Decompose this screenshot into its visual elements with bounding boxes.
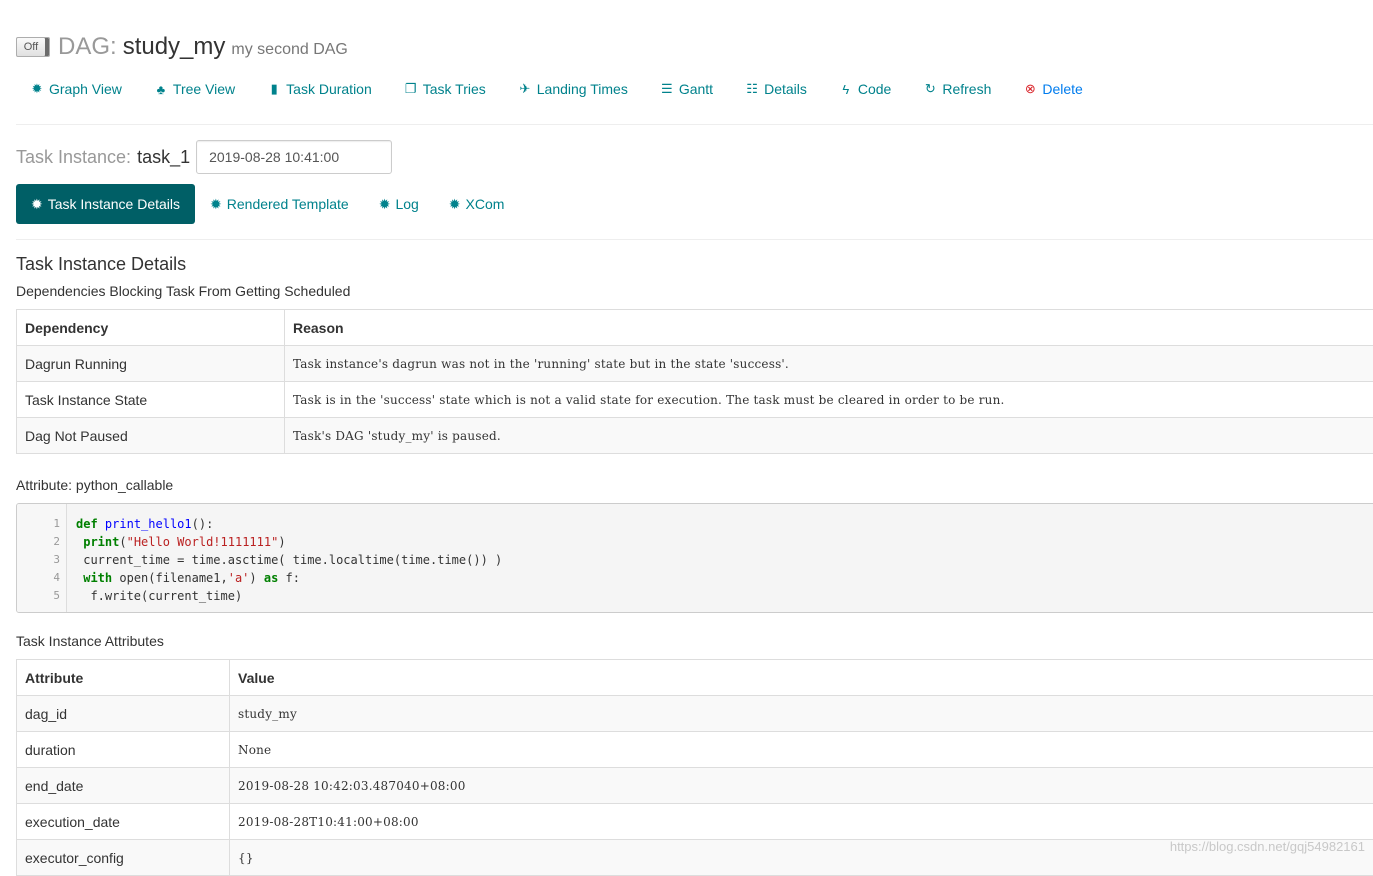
- nav-gantt[interactable]: ☰Gantt: [660, 81, 713, 97]
- dependency-cell: Dagrun Running: [17, 346, 285, 382]
- value-cell: None: [230, 732, 1373, 768]
- table-row: Dag Not Paused Task's DAG 'study_my' is …: [17, 418, 1373, 454]
- section-heading: Task Instance Details: [16, 254, 186, 275]
- nav-code[interactable]: ϟCode: [839, 81, 891, 97]
- reason-cell: Task instance's dagrun was not in the 'r…: [285, 346, 1373, 382]
- value-cell: 2019-08-28T10:41:00+08:00: [230, 804, 1373, 840]
- code-line: def print_hello1():: [76, 515, 502, 533]
- attribute-cell: end_date: [17, 768, 230, 804]
- attributes-caption: Task Instance Attributes: [16, 633, 164, 649]
- nav-task-duration[interactable]: ▮Task Duration: [267, 81, 372, 97]
- tab-xcom[interactable]: ✹XCom: [434, 184, 520, 224]
- attribute-cell: dag_id: [17, 696, 230, 732]
- reason-cell: Task's DAG 'study_my' is paused.: [285, 418, 1373, 454]
- attribute-caption: Attribute: python_callable: [16, 477, 173, 493]
- dag-header: Off DAG: study_my my second DAG: [16, 32, 348, 62]
- line-number: 3: [17, 551, 66, 569]
- task-instance-label: Task Instance:: [16, 147, 131, 168]
- watermark: https://blog.csdn.net/gqj54982161: [1170, 839, 1365, 854]
- task-instance-tabs: ✹Task Instance Details ✹Rendered Templat…: [16, 184, 519, 224]
- dependency-cell: Task Instance State: [17, 382, 285, 418]
- dependencies-table: Dependency Reason Dagrun Running Task in…: [16, 309, 1373, 454]
- asterisk-icon: ✹: [30, 81, 44, 97]
- nav-delete[interactable]: ⊗Delete: [1023, 81, 1082, 97]
- dag-label: DAG:: [58, 33, 117, 61]
- dag-description: my second DAG: [231, 41, 347, 59]
- column-header: Value: [230, 660, 1373, 696]
- table-row: execution_date 2019-08-28T10:41:00+08:00: [17, 804, 1373, 840]
- plane-icon: ✈: [518, 81, 532, 97]
- nav-tree-view[interactable]: ♣Tree View: [154, 81, 235, 97]
- asterisk-icon: ✹: [449, 196, 461, 213]
- flash-icon: ϟ: [839, 82, 853, 97]
- dependency-cell: Dag Not Paused: [17, 418, 285, 454]
- line-number: 5: [17, 587, 66, 605]
- refresh-icon: ↻: [923, 81, 937, 97]
- duplicate-icon: ❐: [404, 81, 418, 97]
- nav-graph-view[interactable]: ✹Graph View: [30, 81, 122, 97]
- dag-nav: ✹Graph View ♣Tree View ▮Task Duration ❐T…: [30, 78, 1115, 100]
- code-line: current_time = time.asctime( time.localt…: [76, 551, 502, 569]
- execution-date-input[interactable]: [196, 140, 392, 174]
- attribute-cell: executor_config: [17, 840, 230, 876]
- dependencies-caption: Dependencies Blocking Task From Getting …: [16, 283, 350, 299]
- attribute-cell: duration: [17, 732, 230, 768]
- line-number: 1: [17, 515, 66, 533]
- code-block: 1 2 3 4 5 def print_hello1(): print("Hel…: [16, 503, 1373, 613]
- line-number: 2: [17, 533, 66, 551]
- column-header: Dependency: [17, 310, 285, 346]
- tree-icon: ♣: [154, 82, 168, 97]
- task-instance-header: Task Instance: task_1: [16, 140, 392, 174]
- task-instance-name: task_1: [137, 147, 190, 168]
- asterisk-icon: ✹: [31, 196, 43, 213]
- nav-landing-times[interactable]: ✈Landing Times: [518, 81, 628, 97]
- remove-circle-icon: ⊗: [1023, 81, 1037, 97]
- divider: [16, 124, 1373, 125]
- tab-task-instance-details[interactable]: ✹Task Instance Details: [16, 184, 195, 224]
- table-row: end_date 2019-08-28 10:42:03.487040+08:0…: [17, 768, 1373, 804]
- tab-rendered-template[interactable]: ✹Rendered Template: [195, 184, 364, 224]
- asterisk-icon: ✹: [379, 196, 391, 213]
- align-left-icon: ☰: [660, 81, 674, 97]
- nav-task-tries[interactable]: ❐Task Tries: [404, 81, 486, 97]
- column-header: Attribute: [17, 660, 230, 696]
- table-row: dag_id study_my: [17, 696, 1373, 732]
- tab-log[interactable]: ✹Log: [364, 184, 434, 224]
- column-header: Reason: [285, 310, 1373, 346]
- line-number: 4: [17, 569, 66, 587]
- table-header-row: Attribute Value: [17, 660, 1373, 696]
- code-line: with open(filename1,'a') as f:: [76, 569, 502, 587]
- stats-icon: ▮: [267, 81, 281, 97]
- reason-cell: Task is in the 'success' state which is …: [285, 382, 1373, 418]
- asterisk-icon: ✹: [210, 196, 222, 213]
- code-line: print("Hello World!1111111"): [76, 533, 502, 551]
- code-lines: def print_hello1(): print("Hello World!1…: [67, 504, 502, 612]
- value-cell: 2019-08-28 10:42:03.487040+08:00: [230, 768, 1373, 804]
- divider: [16, 239, 1373, 240]
- table-header-row: Dependency Reason: [17, 310, 1373, 346]
- table-row: Dagrun Running Task instance's dagrun wa…: [17, 346, 1373, 382]
- attribute-cell: execution_date: [17, 804, 230, 840]
- list-icon: ☷: [745, 81, 759, 97]
- code-line: f.write(current_time): [76, 587, 502, 605]
- nav-details[interactable]: ☷Details: [745, 81, 807, 97]
- dag-name: study_my: [123, 33, 226, 61]
- nav-refresh[interactable]: ↻Refresh: [923, 81, 991, 97]
- table-row: Task Instance State Task is in the 'succ…: [17, 382, 1373, 418]
- line-number-gutter: 1 2 3 4 5: [17, 504, 67, 612]
- dag-pause-toggle[interactable]: Off: [16, 37, 50, 57]
- value-cell: study_my: [230, 696, 1373, 732]
- table-row: duration None: [17, 732, 1373, 768]
